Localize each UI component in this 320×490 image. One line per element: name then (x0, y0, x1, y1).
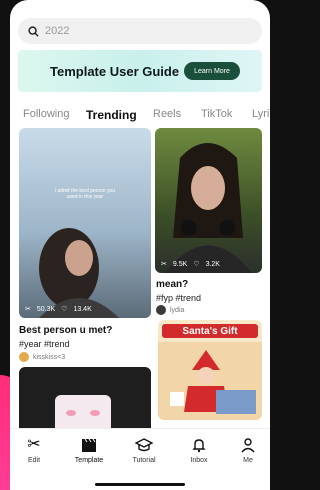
card-2-likes: 3.2K (205, 260, 220, 268)
search-bar[interactable]: 2022 (18, 18, 262, 44)
tab-lyrics[interactable]: Lyrics (252, 108, 270, 120)
card-2-tags[interactable]: #fyp #trend (156, 293, 201, 303)
bell-icon (192, 439, 206, 453)
home-indicator (95, 483, 185, 486)
template-guide-banner[interactable]: Template User Guide Learn More (18, 50, 262, 92)
card-1-uses: 50.3K (36, 305, 56, 313)
nav-template-label: Template (74, 457, 104, 464)
template-card-4[interactable]: Santa's Gift (158, 320, 262, 420)
clapperboard-icon (82, 438, 96, 452)
learn-more-button[interactable]: Learn More (184, 62, 240, 80)
tab-tiktok[interactable]: TikTok (201, 108, 232, 120)
nav-edit-label: Edit (27, 457, 41, 464)
card-1-author-name: kisskiss<3 (33, 353, 66, 361)
nav-tutorial-label: Tutorial (132, 457, 156, 464)
nav-inbox-label: Inbox (190, 457, 208, 464)
bottom-nav: ✂ Edit Template Tutorial Inbox Me (10, 428, 270, 490)
nav-template[interactable]: Template (69, 437, 109, 464)
feed-tabs: Following Trending Reels TikTok Lyrics (10, 108, 270, 128)
app-screen: 2022 Template User Guide Learn More Foll… (10, 0, 270, 490)
card-1-stats: ✂ 50.3K ♡ 13.4K (25, 305, 92, 314)
scissors-icon: ✂ (25, 306, 31, 313)
tab-trending[interactable]: Trending (86, 108, 137, 122)
nav-me[interactable]: Me (228, 437, 268, 464)
tab-reels[interactable]: Reels (153, 108, 181, 120)
template-card-2[interactable]: ✂ 9.5K ♡ 3.2K (155, 128, 262, 273)
card-2-title: mean? (156, 279, 189, 290)
search-placeholder: 2022 (45, 25, 70, 37)
card-2-author-name: lydia (170, 306, 185, 314)
card-1-likes: 13.4K (73, 305, 92, 313)
card-2-author[interactable]: lydia (156, 305, 184, 315)
profile-icon (241, 438, 255, 453)
card-1-tags[interactable]: #year #trend (19, 339, 70, 349)
avatar (156, 305, 166, 315)
graduation-cap-icon (135, 438, 153, 452)
scissors-icon: ✂ (27, 436, 41, 453)
card-2-stats: ✂ 9.5K ♡ 3.2K (161, 260, 220, 269)
card-2-uses: 9.5K (172, 260, 188, 268)
search-icon (28, 25, 39, 37)
heart-icon: ♡ (193, 261, 200, 268)
scissors-icon: ✂ (161, 261, 167, 268)
card-2-image (165, 143, 252, 273)
nav-edit[interactable]: ✂ Edit (14, 436, 54, 465)
banner-title: Template User Guide (50, 63, 180, 79)
template-card-1[interactable]: i admit the best person you used in this… (19, 128, 151, 318)
card-1-title: Best person u met? (19, 325, 113, 336)
heart-icon: ♡ (61, 306, 68, 313)
avatar (19, 352, 29, 362)
card-1-image (39, 228, 119, 318)
card-1-author[interactable]: kisskiss<3 (19, 352, 65, 362)
nav-tutorial[interactable]: Tutorial (124, 437, 164, 464)
tab-following[interactable]: Following (23, 108, 69, 120)
santa-illustration (158, 342, 262, 420)
nav-inbox[interactable]: Inbox (179, 437, 219, 464)
nav-me-label: Me (243, 457, 253, 464)
card-1-overlay-text: i admit the best person you used in this… (54, 188, 116, 200)
